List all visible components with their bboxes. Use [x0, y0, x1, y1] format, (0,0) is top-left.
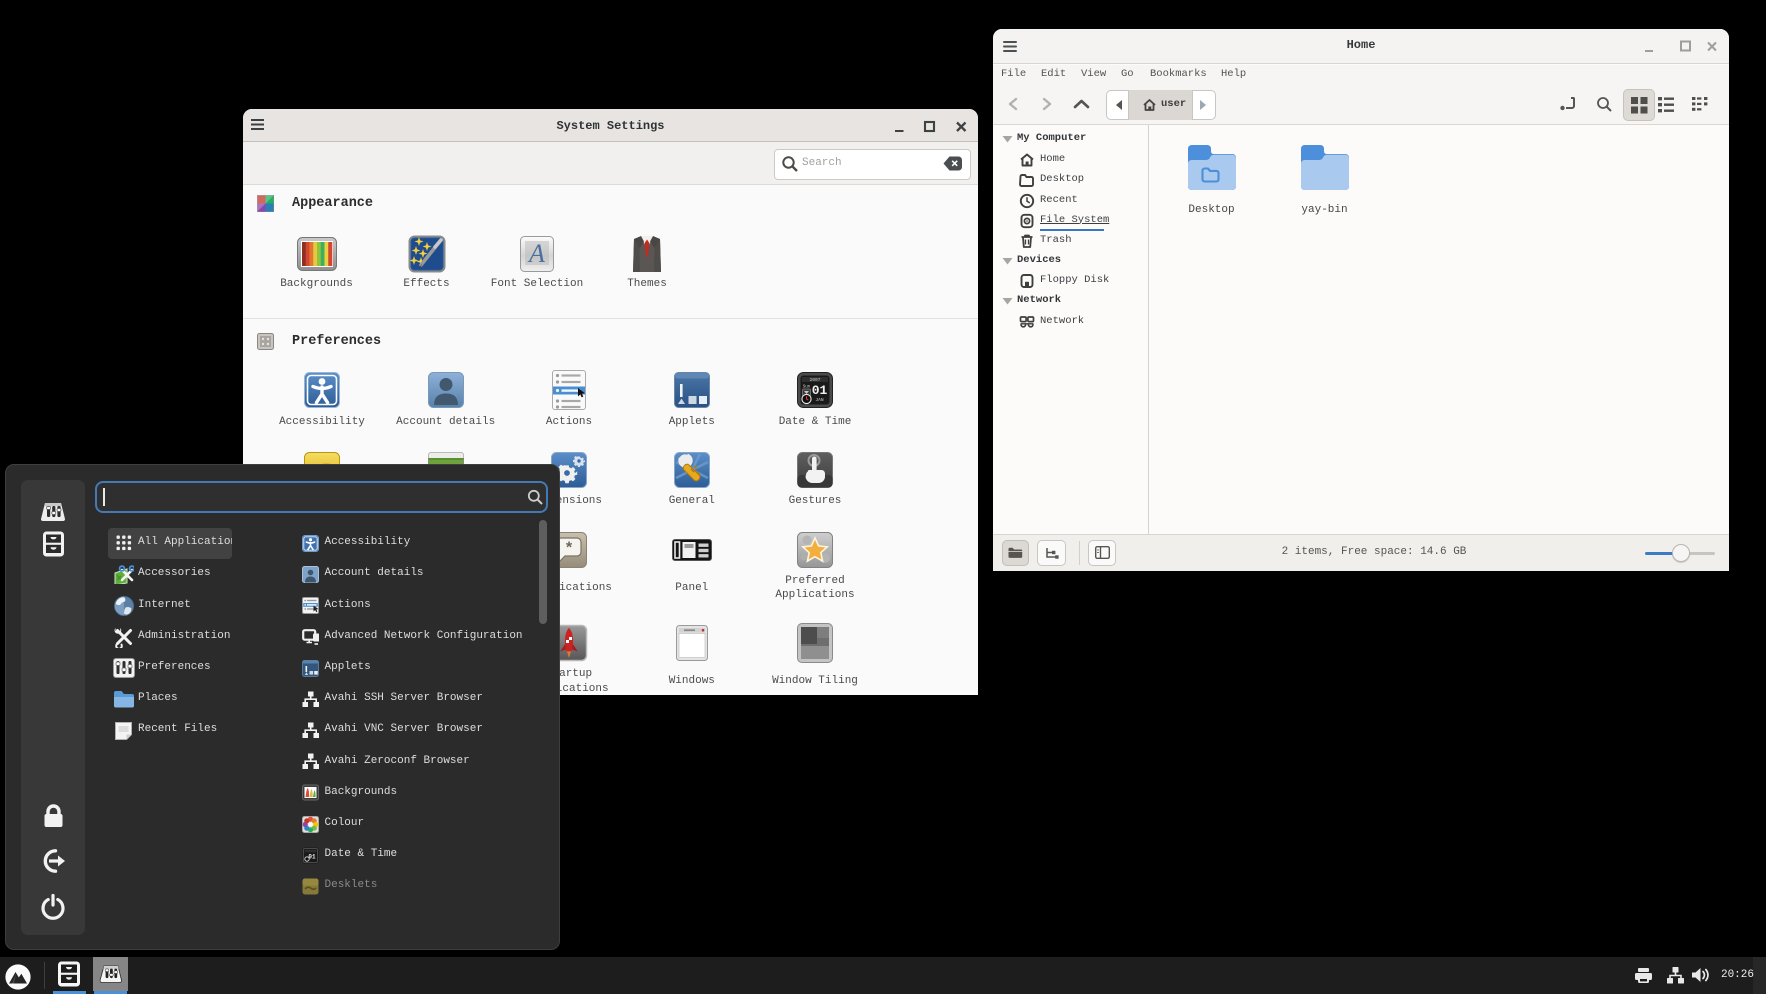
svg-text:*: * — [564, 540, 574, 558]
svg-text:01: 01 — [812, 383, 828, 398]
svg-text:A: A — [527, 239, 545, 268]
svg-text:JAN: JAN — [815, 397, 824, 403]
